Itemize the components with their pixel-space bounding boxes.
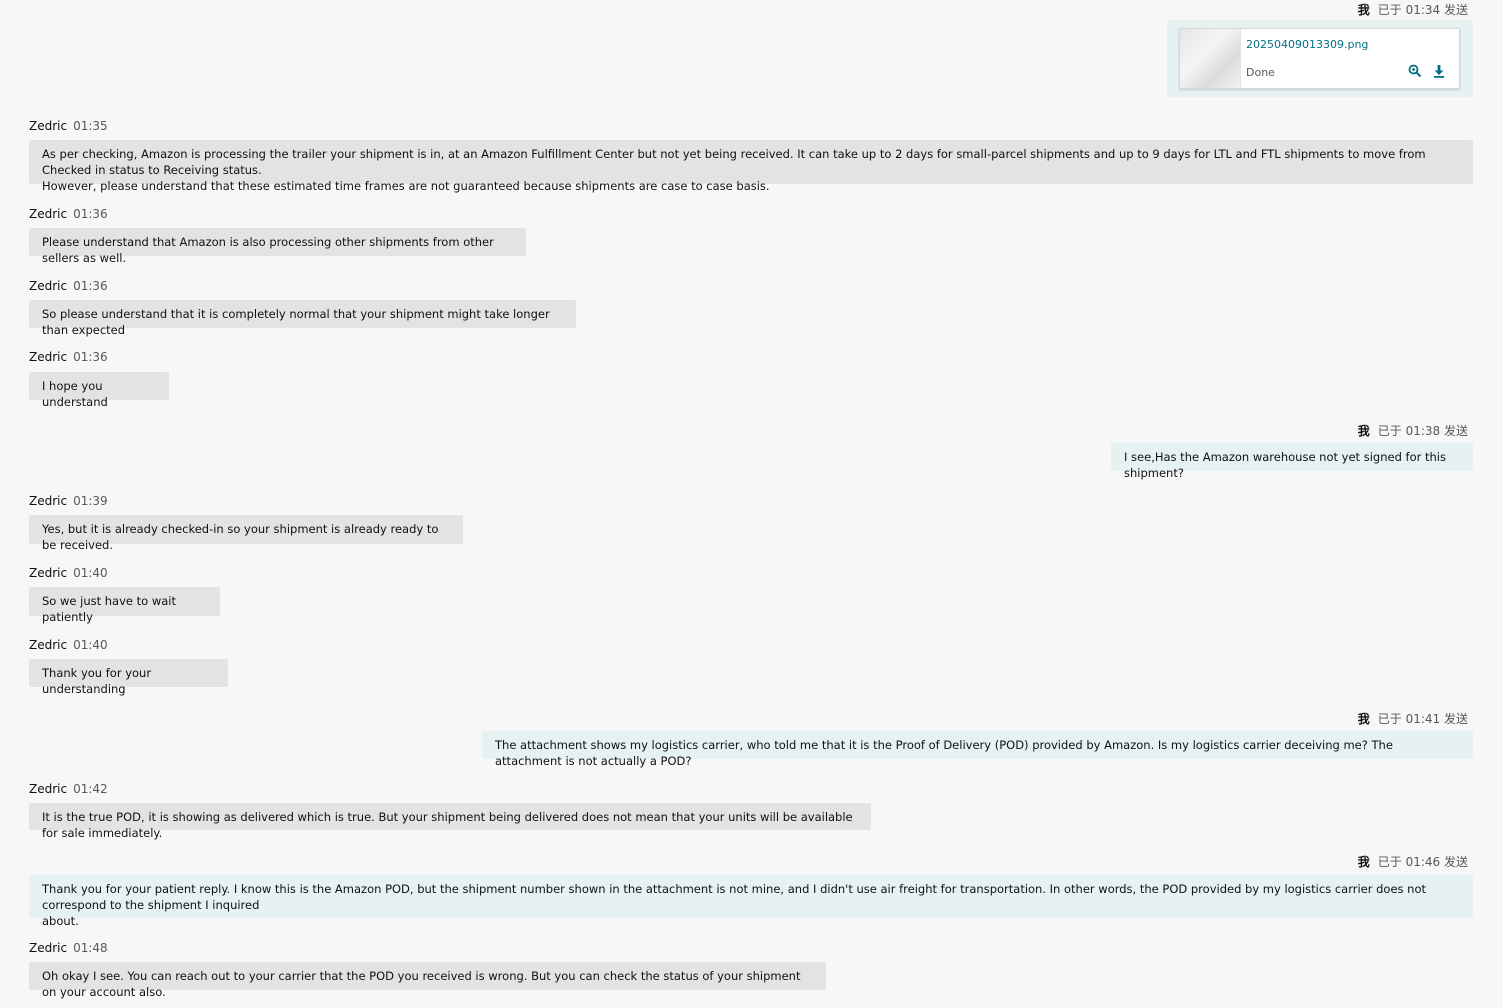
- message-bubble: Thank you for your understanding: [29, 659, 228, 696]
- message-bubble: I hope you understand: [29, 372, 169, 409]
- message-text: So we just have to wait patiently: [42, 594, 176, 624]
- magnify-icon[interactable]: [1407, 63, 1423, 79]
- attachment-card[interactable]: 20250409013309.png Done: [1179, 28, 1460, 89]
- message-text: Thank you for your understanding: [42, 666, 152, 696]
- sender-name: Zedric: [29, 494, 68, 508]
- message-bubble: It is the true POD, it is showing as del…: [29, 803, 871, 840]
- message-text: The attachment shows my logistics carrie…: [495, 738, 1393, 768]
- message-text: As per checking, Amazon is processing th…: [42, 147, 1426, 177]
- sender-name: Zedric: [29, 279, 68, 293]
- sender-name: Zedric: [29, 350, 68, 364]
- message-text: I hope you understand: [42, 379, 108, 409]
- sender-me: 我: [1357, 424, 1370, 438]
- sent-status: 已于 01:38 发送: [1377, 424, 1468, 438]
- message-text: However, please understand that these es…: [42, 179, 770, 193]
- message-bubble: I see,Has the Amazon warehouse not yet s…: [1111, 443, 1473, 480]
- message-meta: 我已于 01:41 发送: [1358, 710, 1468, 727]
- attachment-filename[interactable]: 20250409013309.png: [1246, 38, 1368, 51]
- sent-status: 已于 01:34 发送: [1377, 3, 1468, 17]
- message-meta: Zedric 01:36: [29, 279, 108, 293]
- message-text: about.: [42, 914, 79, 928]
- message-time: 01:48: [73, 941, 108, 955]
- message-meta: Zedric 01:36: [29, 207, 108, 221]
- message-meta: Zedric 01:40: [29, 638, 108, 652]
- message-bubble: So we just have to wait patiently: [29, 587, 220, 624]
- sender-name: Zedric: [29, 119, 68, 133]
- message-time: 01:36: [73, 350, 108, 364]
- message-time: 01:36: [73, 279, 108, 293]
- sender-name: Zedric: [29, 207, 68, 221]
- attachment-status: Done: [1246, 66, 1275, 79]
- sender-me: 我: [1357, 3, 1370, 17]
- message-time: 01:36: [73, 207, 108, 221]
- message-meta: 我已于 01:38 发送: [1358, 422, 1468, 439]
- sender-me: 我: [1357, 712, 1370, 726]
- message-meta: Zedric 01:48: [29, 941, 108, 955]
- attachment-message: 20250409013309.png Done: [1167, 20, 1473, 97]
- sender-name: Zedric: [29, 638, 68, 652]
- message-time: 01:40: [73, 566, 108, 580]
- message-text: Thank you for your patient reply. I know…: [42, 882, 1427, 912]
- message-meta: Zedric 01:36: [29, 350, 108, 364]
- sender-name: Zedric: [29, 941, 68, 955]
- sender-name: Zedric: [29, 782, 68, 796]
- sent-status: 已于 01:41 发送: [1377, 712, 1468, 726]
- message-bubble: Yes, but it is already checked-in so you…: [29, 515, 463, 552]
- message-text: Oh okay I see. You can reach out to your…: [42, 969, 801, 999]
- sender-name: Zedric: [29, 566, 68, 580]
- message-bubble: Please understand that Amazon is also pr…: [29, 228, 526, 265]
- message-bubble: As per checking, Amazon is processing th…: [29, 140, 1473, 193]
- message-time: 01:40: [73, 638, 108, 652]
- message-meta: Zedric 01:40: [29, 566, 108, 580]
- message-text: Yes, but it is already checked-in so you…: [42, 522, 439, 552]
- message-meta: 我已于 01:34 发送: [1358, 1, 1468, 18]
- message-time: 01:42: [73, 782, 108, 796]
- attachment-thumbnail[interactable]: [1180, 29, 1241, 88]
- message-meta: 我已于 01:46 发送: [1358, 853, 1468, 870]
- message-bubble: Thank you for your patient reply. I know…: [29, 875, 1473, 928]
- message-meta: Zedric 01:35: [29, 119, 108, 133]
- message-time: 01:35: [73, 119, 108, 133]
- message-text: So please understand that it is complete…: [42, 307, 550, 337]
- message-text: It is the true POD, it is showing as del…: [42, 810, 853, 840]
- message-meta: Zedric 01:42: [29, 782, 108, 796]
- message-meta: Zedric 01:39: [29, 494, 108, 508]
- message-text: Please understand that Amazon is also pr…: [42, 235, 494, 265]
- sender-me: 我: [1357, 855, 1370, 869]
- message-time: 01:39: [73, 494, 108, 508]
- download-icon[interactable]: [1431, 63, 1447, 79]
- message-bubble: The attachment shows my logistics carrie…: [482, 731, 1473, 768]
- sent-status: 已于 01:46 发送: [1377, 855, 1468, 869]
- message-bubble: Oh okay I see. You can reach out to your…: [29, 962, 826, 999]
- message-text: I see,Has the Amazon warehouse not yet s…: [1124, 450, 1446, 480]
- message-bubble: So please understand that it is complete…: [29, 300, 576, 337]
